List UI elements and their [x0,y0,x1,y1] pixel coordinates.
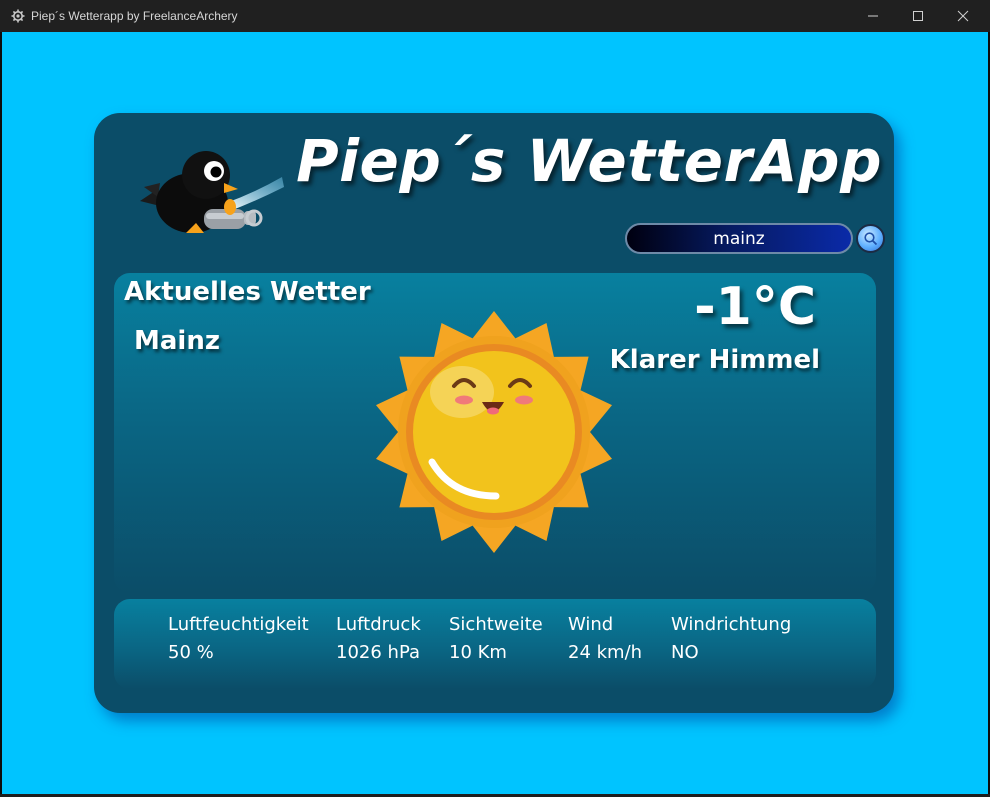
detail-label: Wind [568,614,614,635]
detail-label: Sichtweite [449,614,543,635]
detail-value: 10 Km [449,642,507,663]
sun-icon [376,311,612,553]
maximize-icon [913,11,923,21]
window-title: Piep´s Wetterapp by FreelanceArchery [31,9,238,23]
city-name: Mainz [134,326,220,356]
detail-value: 50 % [168,642,214,663]
close-button[interactable] [940,0,986,32]
app-title: Piep´s WetterApp [296,127,882,195]
window-titlebar: Piep´s Wetterapp by FreelanceArchery [0,0,990,32]
current-weather-heading: Aktuelles Wetter [124,277,371,307]
detail-visibility: Sichtweite 10 Km [449,611,543,667]
detail-label: Luftfeuchtigkeit [168,614,309,635]
detail-value: 24 km/h [568,642,643,663]
search-icon [864,232,878,246]
maximize-button[interactable] [895,0,941,32]
close-icon [957,10,969,22]
detail-pressure: Luftdruck 1026 hPa [336,611,421,667]
temperature: -1°C [694,277,816,337]
detail-wind-direction: Windrichtung NO [671,611,791,667]
app-gear-icon [11,9,25,23]
weather-details-panel: Luftfeuchtigkeit 50 % Luftdruck 1026 hPa… [114,599,876,689]
city-search-input[interactable] [625,223,853,254]
current-weather-panel: Aktuelles Wetter Mainz -1°C Klarer Himme… [114,273,876,593]
minimize-button[interactable] [850,0,896,32]
detail-label: Windrichtung [671,614,792,635]
detail-value: 1026 hPa [336,642,421,663]
weather-card: Piep´s WetterApp Aktuelles Wetter Mainz … [94,113,894,713]
bird-logo-icon [140,151,284,233]
detail-label: Luftdruck [336,614,421,635]
weather-condition: Klarer Himmel [609,345,820,375]
window-client-area: Piep´s WetterApp Aktuelles Wetter Mainz … [2,32,988,794]
minimize-icon [868,15,878,17]
detail-value: NO [671,642,699,663]
search-button[interactable] [856,224,885,253]
detail-wind: Wind 24 km/h [568,611,642,667]
detail-humidity: Luftfeuchtigkeit 50 % [168,611,309,667]
window-border-left [0,32,2,794]
